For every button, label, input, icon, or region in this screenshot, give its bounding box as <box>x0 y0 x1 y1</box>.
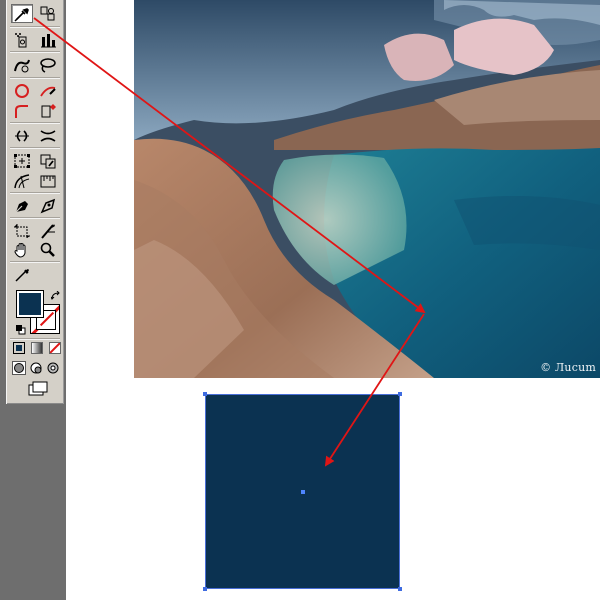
toolbar-separator <box>10 26 60 28</box>
column-graph-tool[interactable] <box>37 30 59 49</box>
selection-handle[interactable] <box>398 587 402 591</box>
zoom-tool[interactable] <box>37 240 59 259</box>
hand-tool[interactable] <box>11 240 33 259</box>
pen-tool[interactable] <box>11 196 33 215</box>
selection-handle[interactable] <box>203 587 207 591</box>
draw-inside-button[interactable] <box>46 360 60 374</box>
toolbar-separator <box>10 147 60 149</box>
screen-mode-icon <box>28 381 48 396</box>
toolbar-separator <box>10 51 60 53</box>
toolbar-separator <box>10 261 60 263</box>
crop-tool[interactable] <box>11 221 33 240</box>
tools-panel <box>6 0 64 404</box>
eyedropper-icon <box>15 268 29 282</box>
gradient-mode-button[interactable] <box>31 342 43 354</box>
free-transform-icon <box>14 153 30 168</box>
draw-behind-button[interactable] <box>29 360 43 374</box>
measure-icon <box>40 175 56 187</box>
free-transform-tool[interactable] <box>11 151 33 170</box>
lake-ice-cave-image <box>134 0 600 378</box>
color-mode-button[interactable] <box>13 342 25 354</box>
toolbar-separator <box>10 77 60 79</box>
fill-color-swatch[interactable] <box>16 290 44 318</box>
lasso-icon <box>40 57 56 73</box>
scissors-icon <box>40 129 56 142</box>
ellipse-icon <box>15 83 29 98</box>
slice-tool[interactable] <box>37 221 59 240</box>
blend-icon <box>40 198 56 213</box>
symbol-sprayer-tool[interactable] <box>11 30 33 49</box>
crop-icon <box>14 223 30 238</box>
toolbar-separator <box>10 338 60 340</box>
warp-icon <box>14 59 30 72</box>
photo-credit: © Лucum <box>540 361 596 374</box>
swap-colors-icon[interactable] <box>50 286 61 300</box>
live-paint-bucket-icon <box>40 6 55 20</box>
eyedropper-icon <box>14 7 29 22</box>
screen-mode-button[interactable] <box>27 381 49 397</box>
column-graph-icon <box>41 33 56 47</box>
hand-icon <box>14 242 26 258</box>
eyedropper-tool[interactable] <box>11 4 33 23</box>
pen-icon <box>15 200 28 212</box>
shape-builder-tool[interactable] <box>37 151 59 170</box>
mesh-tool[interactable] <box>11 171 33 190</box>
zoom-icon <box>40 242 55 257</box>
measure-tool[interactable] <box>37 171 59 190</box>
live-paint-tool[interactable] <box>37 4 59 23</box>
rounded-rectangle-icon <box>15 104 28 118</box>
scissors-tool[interactable] <box>37 126 59 145</box>
paint-bucket-icon <box>41 103 56 117</box>
toolbar-separator <box>10 217 60 219</box>
sampled-color-square[interactable] <box>203 392 402 591</box>
warp-tool[interactable] <box>11 55 33 74</box>
selection-handle[interactable] <box>203 392 207 396</box>
draw-normal-button[interactable] <box>12 360 26 375</box>
blend-tool[interactable] <box>37 196 59 215</box>
none-mode-button[interactable] <box>49 342 61 354</box>
slice-icon <box>41 223 55 239</box>
eyedropper-tool-secondary[interactable] <box>11 265 33 284</box>
default-colors-icon[interactable] <box>16 320 26 335</box>
reflect-tool[interactable] <box>11 126 33 145</box>
shape-builder-icon <box>40 154 56 168</box>
toolbar-separator <box>10 122 60 124</box>
symbol-sprayer-icon <box>15 32 27 47</box>
rounded-rectangle-tool[interactable] <box>11 101 33 120</box>
pencil-tool[interactable] <box>37 81 59 100</box>
mesh-icon <box>14 173 30 188</box>
placed-photo[interactable]: © Лucum <box>134 0 600 378</box>
pencil-icon <box>40 86 56 96</box>
ellipse-tool[interactable] <box>11 81 33 100</box>
center-point <box>301 490 305 494</box>
lasso-tool[interactable] <box>37 55 59 74</box>
reflect-icon <box>15 129 29 142</box>
selection-handle[interactable] <box>398 392 402 396</box>
toolbar-separator <box>10 192 60 194</box>
paint-bucket-tool[interactable] <box>37 101 59 120</box>
